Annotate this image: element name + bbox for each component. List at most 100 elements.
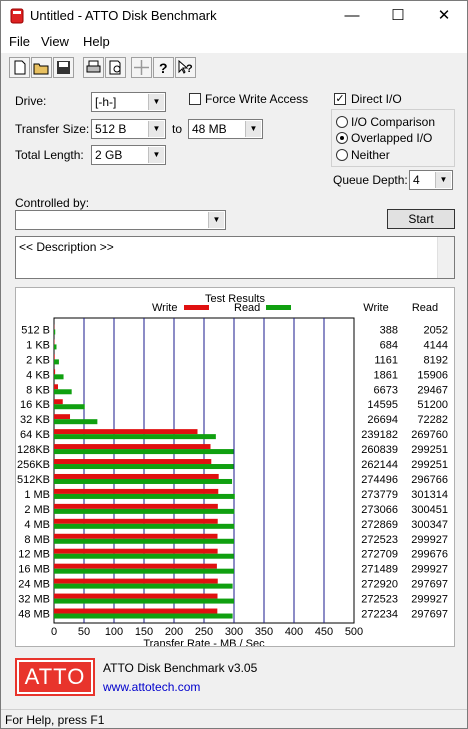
category-label: 64 KB bbox=[20, 429, 50, 441]
print-icon[interactable] bbox=[83, 57, 104, 78]
minimize-button[interactable]: — bbox=[329, 1, 375, 31]
read-value: 72282 bbox=[417, 414, 448, 426]
transfer-to-select[interactable]: 48 MB ▼ bbox=[188, 119, 263, 139]
read-bar bbox=[54, 464, 234, 470]
io-comparison-radio[interactable] bbox=[336, 116, 348, 128]
write-value: 388 bbox=[380, 324, 398, 336]
read-bar bbox=[54, 613, 233, 619]
x-tick-label: 300 bbox=[225, 626, 243, 638]
drive-select[interactable]: [-h-] ▼ bbox=[91, 92, 166, 112]
read-value: 299927 bbox=[411, 564, 448, 576]
description-scrollbar[interactable] bbox=[437, 237, 454, 278]
category-label: 2 KB bbox=[26, 354, 50, 366]
menu-file[interactable]: File bbox=[9, 34, 30, 49]
category-label: 16 KB bbox=[20, 399, 50, 411]
maximize-button[interactable]: ☐ bbox=[375, 1, 421, 31]
read-bar bbox=[54, 553, 234, 559]
write-bar bbox=[54, 518, 218, 524]
transfer-from-value: 512 B bbox=[95, 122, 127, 136]
save-icon[interactable] bbox=[53, 57, 74, 78]
website-link[interactable]: www.attotech.com bbox=[103, 680, 200, 694]
category-label: 128KB bbox=[17, 444, 50, 456]
x-tick-label: 250 bbox=[195, 626, 213, 638]
direct-io-label: Direct I/O bbox=[351, 92, 402, 106]
write-value: 271489 bbox=[361, 564, 398, 576]
write-value: 6673 bbox=[374, 384, 398, 396]
write-value: 239182 bbox=[361, 429, 398, 441]
category-label: 2 MB bbox=[24, 504, 50, 516]
menu-bar: File View Help bbox=[1, 31, 467, 53]
write-value: 272234 bbox=[361, 609, 398, 621]
neither-radio[interactable] bbox=[336, 149, 348, 161]
read-bar bbox=[54, 344, 57, 350]
start-button[interactable]: Start bbox=[387, 209, 455, 229]
controlled-by-select[interactable]: ▼ bbox=[15, 210, 226, 230]
category-label: 8 KB bbox=[26, 384, 50, 396]
menu-view[interactable]: View bbox=[41, 34, 69, 49]
menu-help[interactable]: Help bbox=[83, 34, 110, 49]
transfer-from-select[interactable]: 512 B ▼ bbox=[91, 119, 166, 139]
write-value: 273779 bbox=[361, 489, 398, 501]
total-length-select[interactable]: 2 GB ▼ bbox=[91, 145, 166, 165]
window-title: Untitled - ATTO Disk Benchmark bbox=[30, 8, 217, 23]
category-label: 32 KB bbox=[20, 414, 50, 426]
write-bar bbox=[54, 608, 218, 614]
read-value: 297697 bbox=[411, 579, 448, 591]
read-value: 297697 bbox=[411, 609, 448, 621]
svg-text:?: ? bbox=[186, 63, 193, 75]
read-bar bbox=[54, 374, 64, 380]
x-tick-label: 350 bbox=[255, 626, 273, 638]
write-value: 272709 bbox=[361, 549, 398, 561]
chevron-down-icon: ▼ bbox=[148, 147, 164, 163]
help-icon[interactable]: ? bbox=[153, 57, 174, 78]
read-bar bbox=[54, 583, 233, 589]
write-value: 272523 bbox=[361, 534, 398, 546]
drive-value: [-h-] bbox=[95, 95, 117, 109]
overlapped-io-label: Overlapped I/O bbox=[351, 131, 433, 145]
svg-text:?: ? bbox=[159, 60, 168, 76]
read-value: 299251 bbox=[411, 459, 448, 471]
title-bar[interactable]: Untitled - ATTO Disk Benchmark — ☐ ✕ bbox=[1, 1, 467, 31]
chevron-down-icon: ▼ bbox=[148, 121, 164, 137]
description-textarea[interactable]: << Description >> bbox=[15, 236, 455, 279]
overlapped-io-radio[interactable] bbox=[336, 132, 348, 144]
write-bar bbox=[54, 578, 218, 584]
read-value: 300451 bbox=[411, 504, 448, 516]
write-value: 684 bbox=[380, 339, 398, 351]
read-bar bbox=[54, 598, 234, 604]
read-bar bbox=[54, 389, 72, 395]
chevron-down-icon: ▼ bbox=[435, 172, 451, 188]
read-bar bbox=[54, 568, 234, 574]
write-value: 26694 bbox=[367, 414, 398, 426]
read-value: 8192 bbox=[424, 354, 448, 366]
force-write-checkbox[interactable] bbox=[189, 93, 201, 105]
write-value: 273066 bbox=[361, 504, 398, 516]
write-column-header: Write bbox=[363, 302, 388, 314]
test-results-panel: Test Results Write Read 0 50 100 150 200 250 300 3… bbox=[15, 287, 455, 647]
category-label: 16 MB bbox=[18, 564, 50, 576]
x-tick-label: 50 bbox=[78, 626, 90, 638]
read-value: 299676 bbox=[411, 549, 448, 561]
write-value: 1161 bbox=[374, 354, 398, 366]
direct-io-checkbox[interactable]: ✓ bbox=[334, 93, 346, 105]
new-file-icon[interactable] bbox=[9, 57, 30, 78]
print-preview-icon[interactable] bbox=[105, 57, 126, 78]
total-length-label: Total Length: bbox=[15, 148, 84, 162]
category-label: 24 MB bbox=[18, 579, 50, 591]
category-label: 8 MB bbox=[24, 534, 50, 546]
legend-read-label: Read bbox=[234, 302, 260, 314]
move-icon[interactable] bbox=[131, 57, 152, 78]
x-axis-label: Transfer Rate - MB / Sec bbox=[143, 638, 265, 646]
app-window: Untitled - ATTO Disk Benchmark — ☐ ✕ Fil… bbox=[0, 0, 468, 729]
read-value: 15906 bbox=[417, 369, 448, 381]
context-help-icon[interactable]: ? bbox=[175, 57, 196, 78]
queue-depth-select[interactable]: 4 ▼ bbox=[409, 170, 453, 190]
write-bar bbox=[54, 354, 55, 360]
io-comparison-label: I/O Comparison bbox=[351, 115, 436, 129]
write-bar bbox=[54, 444, 211, 450]
transfer-size-label: Transfer Size: bbox=[15, 122, 90, 136]
close-button[interactable]: ✕ bbox=[421, 1, 467, 31]
open-folder-icon[interactable] bbox=[31, 57, 52, 78]
write-value: 14595 bbox=[367, 399, 398, 411]
x-tick-label: 200 bbox=[165, 626, 183, 638]
